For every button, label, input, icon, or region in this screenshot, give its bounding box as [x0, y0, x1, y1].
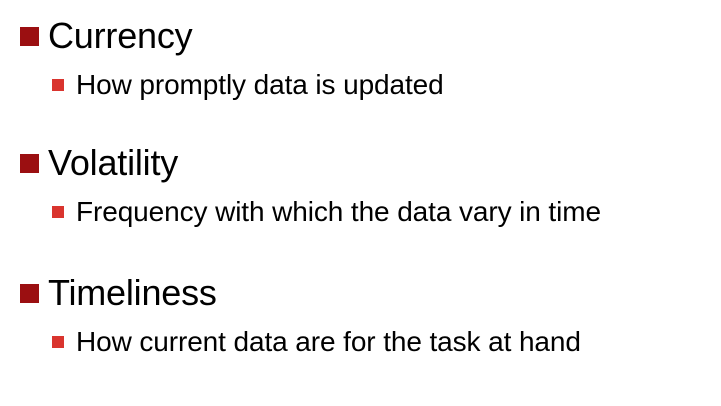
level1-bullet: Currency: [20, 14, 193, 58]
square-bullet-icon: [20, 26, 39, 46]
level1-bullet: Timeliness: [20, 271, 217, 315]
level2-bullet: How promptly data is updated: [52, 67, 444, 103]
bullet-title: Currency: [48, 15, 193, 56]
level2-bullet: How current data are for the task at han…: [52, 324, 581, 360]
small-square-bullet-icon: [52, 336, 64, 348]
small-square-bullet-icon: [52, 79, 64, 91]
level2-bullet: Frequency with which the data vary in ti…: [52, 194, 601, 230]
square-bullet-icon: [20, 283, 39, 303]
bullet-title: Volatility: [48, 142, 179, 183]
slide: Currency How promptly data is updated Vo…: [0, 0, 721, 406]
bullet-title: Timeliness: [48, 272, 217, 313]
bullet-detail: How promptly data is updated: [76, 69, 444, 100]
bullet-detail: How current data are for the task at han…: [76, 326, 581, 357]
level1-bullet: Volatility: [20, 141, 178, 185]
square-bullet-icon: [20, 153, 39, 173]
bullet-detail: Frequency with which the data vary in ti…: [76, 196, 601, 227]
small-square-bullet-icon: [52, 206, 64, 218]
